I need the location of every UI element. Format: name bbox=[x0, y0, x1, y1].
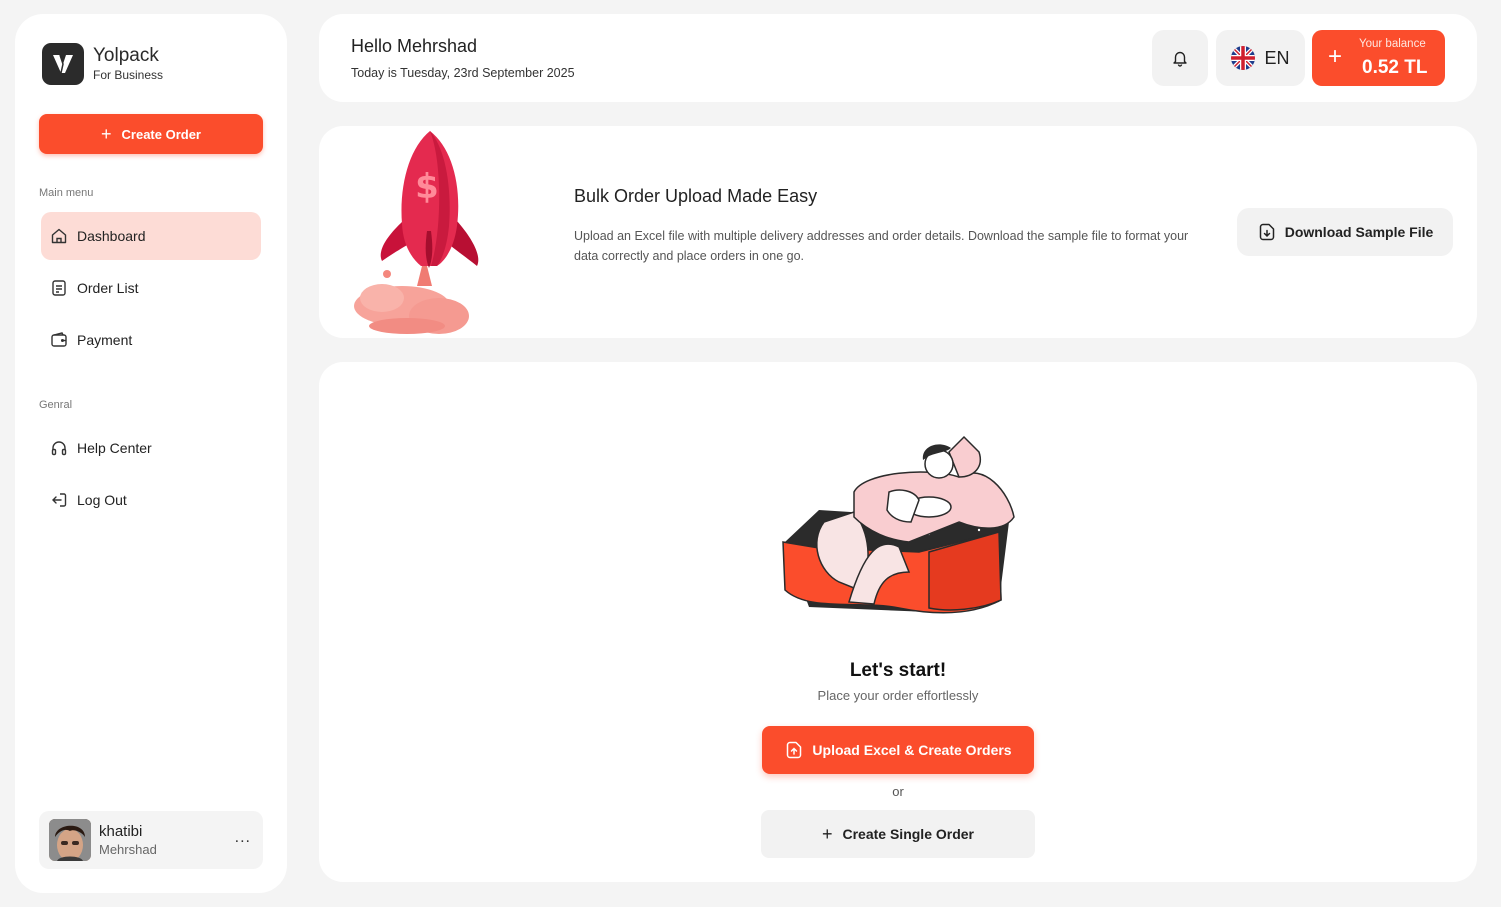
file-upload-icon bbox=[784, 740, 804, 760]
plus-icon: + bbox=[1328, 43, 1343, 70]
main-card: Let's start! Place your order effortless… bbox=[319, 362, 1477, 882]
home-icon bbox=[49, 226, 69, 246]
create-order-label: Create Order bbox=[121, 126, 201, 142]
sidebar-item-dashboard[interactable]: Dashboard bbox=[41, 212, 261, 260]
download-sample-file-label: Download Sample File bbox=[1284, 224, 1434, 240]
uk-flag-icon bbox=[1231, 46, 1256, 70]
sidebar-item-payment[interactable]: Payment bbox=[41, 316, 261, 364]
document-icon bbox=[49, 278, 69, 298]
wallet-icon bbox=[49, 330, 69, 350]
headset-icon bbox=[49, 438, 69, 458]
notifications-button[interactable] bbox=[1152, 30, 1208, 86]
bell-icon bbox=[1173, 51, 1187, 67]
svg-text:$: $ bbox=[415, 167, 439, 207]
user-name: khatibi bbox=[99, 823, 143, 840]
bulk-upload-banner: $ Bulk Order Upload Made Easy Upload an … bbox=[319, 126, 1477, 338]
header: Hello Mehrshad Today is Tuesday, 23rd Se… bbox=[319, 14, 1477, 102]
yolpack-logo-icon bbox=[42, 43, 84, 85]
create-order-button[interactable]: + Create Order bbox=[39, 114, 263, 154]
start-subtitle: Place your order effortlessly bbox=[817, 688, 979, 703]
plus-icon: + bbox=[821, 823, 833, 844]
sidebar-item-log-out[interactable]: Log Out bbox=[41, 476, 261, 524]
sidebar: Yolpack For Business + Create Order Main… bbox=[15, 14, 287, 893]
sidebar-item-label: Help Center bbox=[77, 440, 152, 456]
create-single-order-button[interactable]: + Create Single Order bbox=[761, 810, 1035, 858]
general-label: Genral bbox=[39, 399, 73, 411]
sidebar-item-help-center[interactable]: Help Center bbox=[41, 424, 261, 472]
banner-title: Bulk Order Upload Made Easy bbox=[574, 186, 818, 206]
sidebar-item-label: Log Out bbox=[77, 492, 127, 508]
download-sample-file-button[interactable]: Download Sample File bbox=[1237, 208, 1453, 256]
person-in-box-illustration bbox=[782, 435, 1015, 614]
plus-icon: + bbox=[101, 124, 112, 144]
brand[interactable]: Yolpack For Business bbox=[42, 43, 163, 85]
upload-excel-label: Upload Excel & Create Orders bbox=[812, 742, 1012, 758]
logout-icon bbox=[49, 490, 69, 510]
sidebar-item-label: Order List bbox=[77, 280, 139, 296]
more-options-icon[interactable]: ... bbox=[235, 829, 251, 847]
balance-value: 0.52 TL bbox=[1362, 57, 1428, 78]
or-separator: or bbox=[892, 784, 904, 799]
start-title: Let's start! bbox=[849, 660, 947, 681]
date-text: Today is Tuesday, 23rd September 2025 bbox=[351, 66, 575, 80]
brand-name: Yolpack bbox=[93, 45, 159, 66]
sidebar-item-label: Payment bbox=[77, 332, 133, 348]
balance-label: Your balance bbox=[1359, 38, 1426, 50]
brand-subtitle: For Business bbox=[93, 68, 164, 82]
sidebar-item-order-list[interactable]: Order List bbox=[41, 264, 261, 312]
user-card[interactable]: khatibi Mehrshad ... bbox=[39, 811, 263, 869]
banner-description: Upload an Excel file with multiple deliv… bbox=[574, 229, 1189, 263]
avatar bbox=[49, 819, 91, 861]
language-label: EN bbox=[1264, 47, 1290, 68]
balance-button[interactable]: + Your balance 0.52 TL bbox=[1312, 30, 1445, 86]
sidebar-item-label: Dashboard bbox=[77, 228, 146, 244]
user-subname: Mehrshad bbox=[99, 842, 157, 857]
greeting: Hello Mehrshad bbox=[351, 36, 478, 56]
rocket-illustration: $ bbox=[354, 131, 479, 334]
create-single-order-label: Create Single Order bbox=[842, 826, 975, 842]
language-button[interactable]: EN bbox=[1216, 30, 1305, 86]
main-menu-label: Main menu bbox=[39, 187, 94, 199]
upload-excel-button[interactable]: Upload Excel & Create Orders bbox=[762, 726, 1034, 774]
file-download-icon bbox=[1257, 222, 1277, 242]
